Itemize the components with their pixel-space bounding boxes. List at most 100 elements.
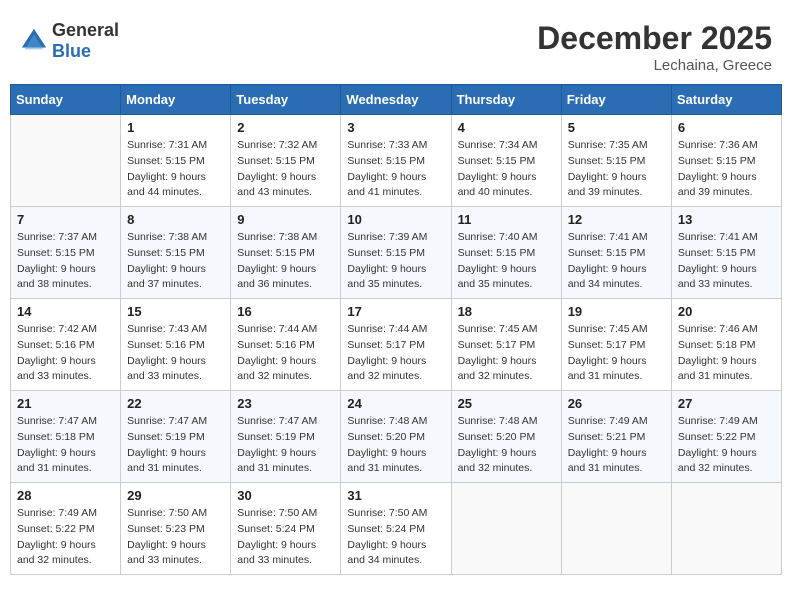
day-info: Sunrise: 7:33 AMSunset: 5:15 PMDaylight:… [347, 138, 444, 201]
day-info: Sunrise: 7:31 AMSunset: 5:15 PMDaylight:… [127, 138, 224, 201]
calendar-day-cell: 31 Sunrise: 7:50 AMSunset: 5:24 PMDayligh… [341, 483, 451, 575]
calendar-day-cell: 29Sunrise: 7:50 AMSunset: 5:23 PMDayligh… [121, 483, 231, 575]
logo: General Blue [20, 20, 119, 62]
day-number: 22 [127, 396, 224, 411]
day-info: Sunrise: 7:39 AMSunset: 5:15 PMDaylight:… [347, 230, 444, 293]
day-number: 20 [678, 304, 775, 319]
calendar-day-cell: 10Sunrise: 7:39 AMSunset: 5:15 PMDayligh… [341, 207, 451, 299]
logo-text-blue: Blue [52, 41, 91, 61]
calendar-week-row: 7Sunrise: 7:37 AMSunset: 5:15 PMDaylight… [11, 207, 782, 299]
weekday-header-cell: Tuesday [231, 85, 341, 115]
calendar-day-cell: 16Sunrise: 7:44 AMSunset: 5:16 PMDayligh… [231, 299, 341, 391]
calendar-day-cell: 6Sunrise: 7:36 AMSunset: 5:15 PMDaylight… [671, 115, 781, 207]
day-info: Sunrise: 7:42 AMSunset: 5:16 PMDaylight:… [17, 322, 114, 385]
day-number: 21 [17, 396, 114, 411]
header: General Blue December 2025 Lechaina, Gre… [10, 10, 782, 79]
calendar-day-cell: 17 Sunrise: 7:44 AMSunset: 5:17 PMDayligh… [341, 299, 451, 391]
day-number: 27 [678, 396, 775, 411]
day-number: 14 [17, 304, 114, 319]
logo-icon [20, 27, 48, 55]
day-number: 12 [568, 212, 665, 227]
calendar-day-cell [561, 483, 671, 575]
calendar-day-cell: 22 Sunrise: 7:47 AMSunset: 5:19 PMDayligh… [121, 391, 231, 483]
calendar-day-cell: 30Sunrise: 7:50 AMSunset: 5:24 PMDayligh… [231, 483, 341, 575]
calendar-day-cell: 1 Sunrise: 7:31 AMSunset: 5:15 PMDaylight… [121, 115, 231, 207]
location: Lechaina, Greece [537, 57, 772, 74]
day-info: Sunrise: 7:50 AMSunset: 5:23 PMDaylight:… [127, 506, 224, 569]
day-number: 13 [678, 212, 775, 227]
title-area: December 2025 Lechaina, Greece [537, 20, 772, 74]
day-info: Sunrise: 7:35 AMSunset: 5:15 PMDaylight:… [568, 138, 665, 201]
day-info: Sunrise: 7:34 AMSunset: 5:15 PMDaylight:… [458, 138, 555, 201]
calendar-body: 1 Sunrise: 7:31 AMSunset: 5:15 PMDaylight… [11, 115, 782, 575]
calendar-table: SundayMondayTuesdayWednesdayThursdayFrid… [10, 84, 782, 575]
day-info: Sunrise: 7:47 AMSunset: 5:19 PMDaylight:… [127, 414, 224, 477]
calendar-day-cell: 2 Sunrise: 7:32 AMSunset: 5:15 PMDaylight… [231, 115, 341, 207]
calendar-day-cell: 15Sunrise: 7:43 AMSunset: 5:16 PMDayligh… [121, 299, 231, 391]
day-info: Sunrise: 7:38 AMSunset: 5:15 PMDaylight:… [127, 230, 224, 293]
weekday-header-cell: Saturday [671, 85, 781, 115]
day-number: 2 [237, 120, 334, 135]
calendar-day-cell [451, 483, 561, 575]
day-info: Sunrise: 7:50 AMSunset: 5:24 PMDaylight:… [347, 506, 444, 569]
weekday-header-row: SundayMondayTuesdayWednesdayThursdayFrid… [11, 85, 782, 115]
day-number: 18 [458, 304, 555, 319]
day-info: Sunrise: 7:47 AMSunset: 5:18 PMDaylight:… [17, 414, 114, 477]
calendar-day-cell: 24Sunrise: 7:48 AMSunset: 5:20 PMDayligh… [341, 391, 451, 483]
calendar-day-cell: 23 Sunrise: 7:47 AMSunset: 5:19 PMDayligh… [231, 391, 341, 483]
day-info: Sunrise: 7:38 AMSunset: 5:15 PMDaylight:… [237, 230, 334, 293]
calendar-day-cell [11, 115, 121, 207]
day-number: 31 [347, 488, 444, 503]
day-number: 23 [237, 396, 334, 411]
day-info: Sunrise: 7:44 AMSunset: 5:16 PMDaylight:… [237, 322, 334, 385]
day-number: 25 [458, 396, 555, 411]
day-info: Sunrise: 7:45 AMSunset: 5:17 PMDaylight:… [458, 322, 555, 385]
logo-text-general: General [52, 20, 119, 40]
day-number: 30 [237, 488, 334, 503]
calendar-day-cell: 7Sunrise: 7:37 AMSunset: 5:15 PMDaylight… [11, 207, 121, 299]
day-info: Sunrise: 7:43 AMSunset: 5:16 PMDaylight:… [127, 322, 224, 385]
calendar-week-row: 14 Sunrise: 7:42 AMSunset: 5:16 PMDayligh… [11, 299, 782, 391]
day-info: Sunrise: 7:45 AMSunset: 5:17 PMDaylight:… [568, 322, 665, 385]
weekday-header-cell: Friday [561, 85, 671, 115]
calendar-day-cell: 13 Sunrise: 7:41 AMSunset: 5:15 PMDayligh… [671, 207, 781, 299]
month-year: December 2025 [537, 20, 772, 57]
weekday-header-cell: Wednesday [341, 85, 451, 115]
day-info: Sunrise: 7:47 AMSunset: 5:19 PMDaylight:… [237, 414, 334, 477]
calendar-day-cell: 8 Sunrise: 7:38 AMSunset: 5:15 PMDaylight… [121, 207, 231, 299]
day-info: Sunrise: 7:46 AMSunset: 5:18 PMDaylight:… [678, 322, 775, 385]
calendar-day-cell: 28 Sunrise: 7:49 AMSunset: 5:22 PMDayligh… [11, 483, 121, 575]
day-info: Sunrise: 7:41 AMSunset: 5:15 PMDaylight:… [678, 230, 775, 293]
day-info: Sunrise: 7:48 AMSunset: 5:20 PMDaylight:… [458, 414, 555, 477]
day-number: 17 [347, 304, 444, 319]
day-info: Sunrise: 7:40 AMSunset: 5:15 PMDaylight:… [458, 230, 555, 293]
calendar-week-row: 28 Sunrise: 7:49 AMSunset: 5:22 PMDayligh… [11, 483, 782, 575]
day-number: 26 [568, 396, 665, 411]
day-number: 11 [458, 212, 555, 227]
calendar-week-row: 21 Sunrise: 7:47 AMSunset: 5:18 PMDayligh… [11, 391, 782, 483]
calendar-day-cell: 4 Sunrise: 7:34 AMSunset: 5:15 PMDaylight… [451, 115, 561, 207]
day-number: 1 [127, 120, 224, 135]
calendar-day-cell: 9 Sunrise: 7:38 AMSunset: 5:15 PMDaylight… [231, 207, 341, 299]
day-number: 8 [127, 212, 224, 227]
calendar-day-cell: 27Sunrise: 7:49 AMSunset: 5:22 PMDayligh… [671, 391, 781, 483]
day-number: 3 [347, 120, 444, 135]
calendar-day-cell: 5Sunrise: 7:35 AMSunset: 5:15 PMDaylight… [561, 115, 671, 207]
calendar-day-cell: 14 Sunrise: 7:42 AMSunset: 5:16 PMDayligh… [11, 299, 121, 391]
weekday-header-cell: Sunday [11, 85, 121, 115]
day-number: 9 [237, 212, 334, 227]
day-info: Sunrise: 7:48 AMSunset: 5:20 PMDaylight:… [347, 414, 444, 477]
day-info: Sunrise: 7:44 AMSunset: 5:17 PMDaylight:… [347, 322, 444, 385]
day-number: 7 [17, 212, 114, 227]
day-number: 19 [568, 304, 665, 319]
calendar-day-cell: 25 Sunrise: 7:48 AMSunset: 5:20 PMDayligh… [451, 391, 561, 483]
calendar-day-cell: 19 Sunrise: 7:45 AMSunset: 5:17 PMDayligh… [561, 299, 671, 391]
calendar-day-cell: 21 Sunrise: 7:47 AMSunset: 5:18 PMDayligh… [11, 391, 121, 483]
day-number: 28 [17, 488, 114, 503]
day-info: Sunrise: 7:49 AMSunset: 5:22 PMDaylight:… [17, 506, 114, 569]
calendar-day-cell: 3 Sunrise: 7:33 AMSunset: 5:15 PMDaylight… [341, 115, 451, 207]
day-info: Sunrise: 7:32 AMSunset: 5:15 PMDaylight:… [237, 138, 334, 201]
day-number: 4 [458, 120, 555, 135]
calendar-week-row: 1 Sunrise: 7:31 AMSunset: 5:15 PMDaylight… [11, 115, 782, 207]
calendar-day-cell: 26Sunrise: 7:49 AMSunset: 5:21 PMDayligh… [561, 391, 671, 483]
